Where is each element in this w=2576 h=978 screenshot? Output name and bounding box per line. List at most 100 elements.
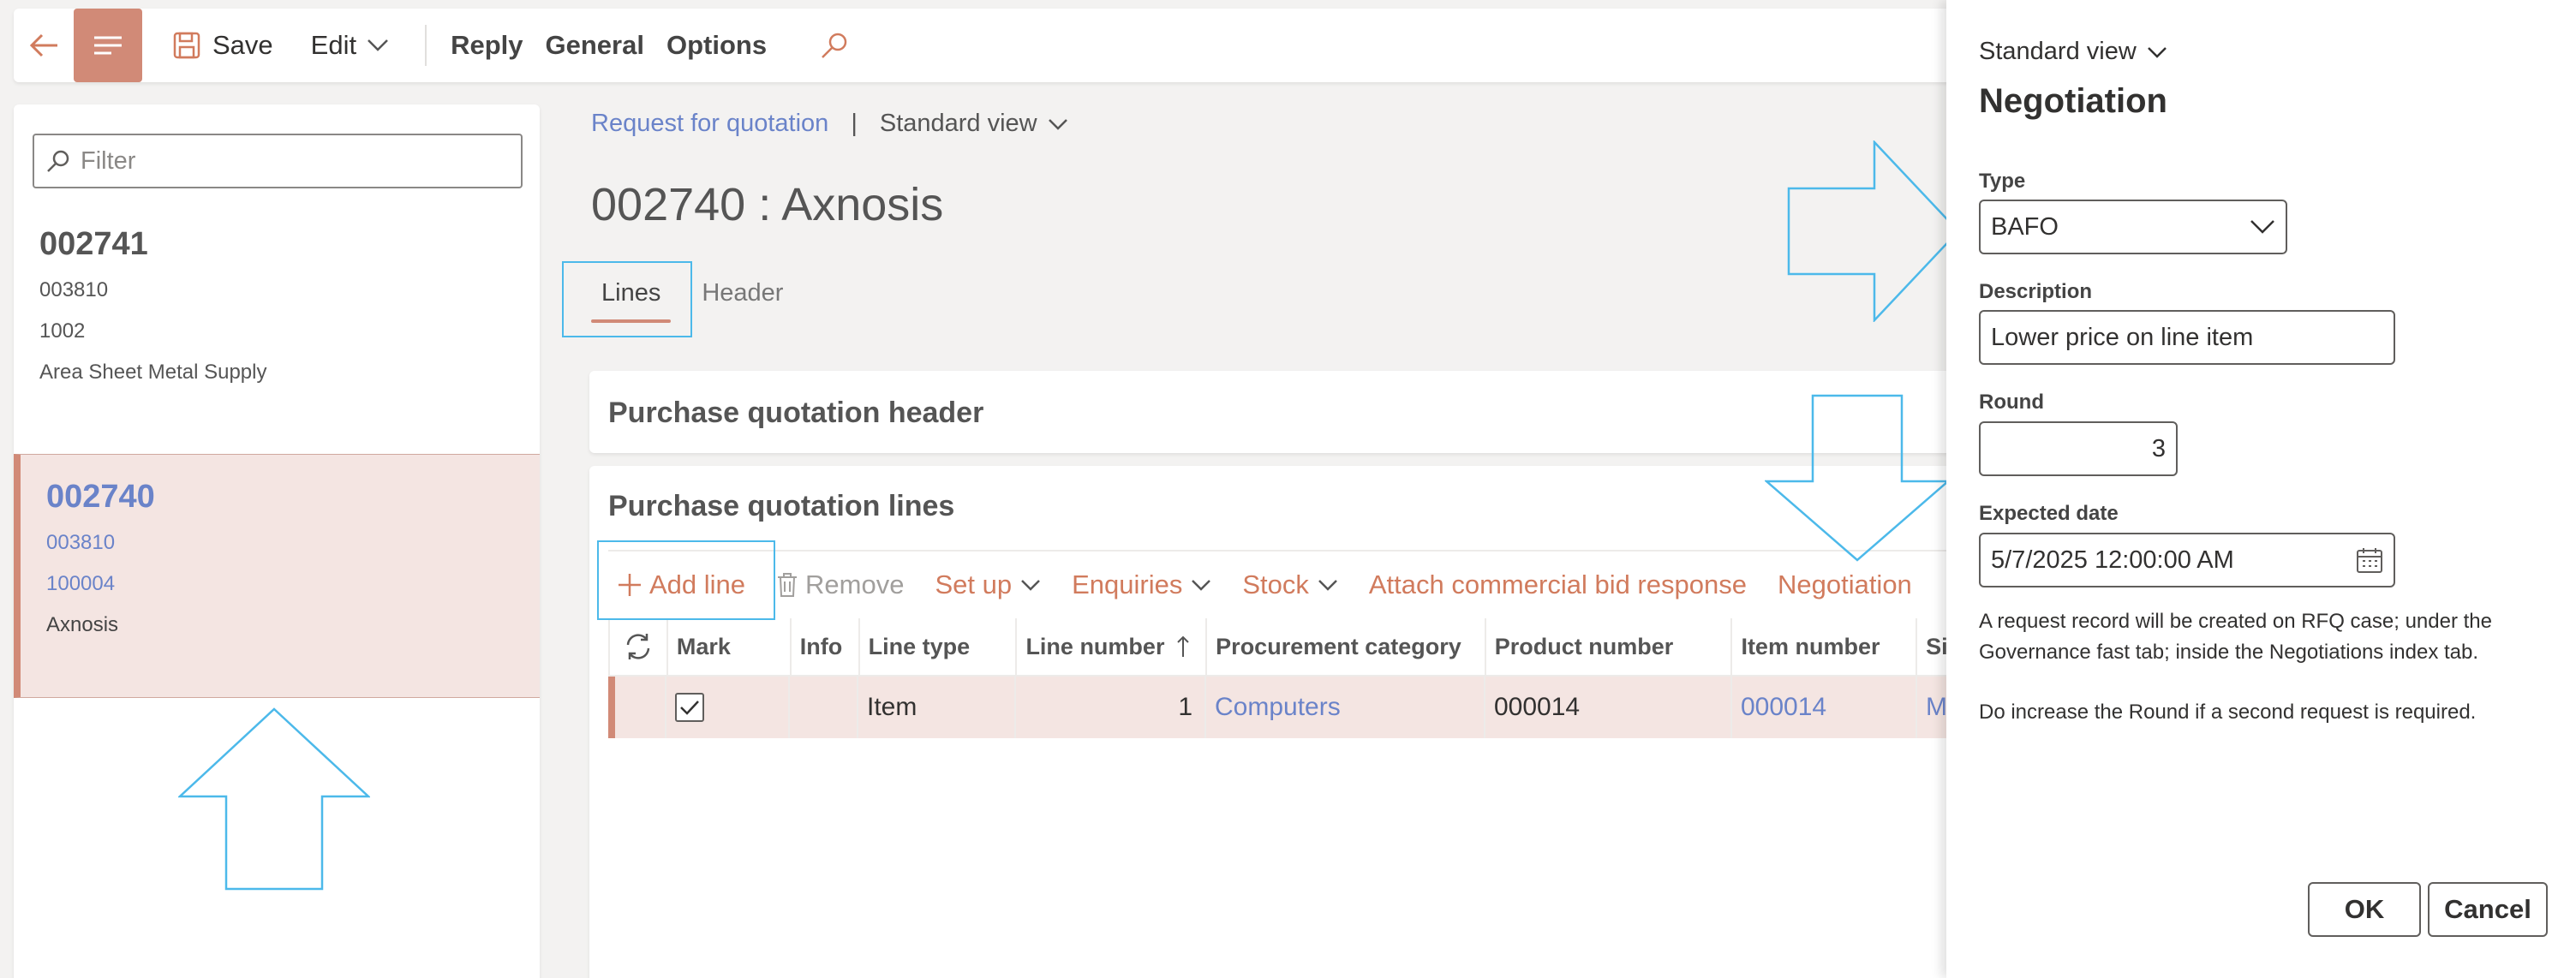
view-selector-label: Standard view bbox=[879, 110, 1037, 137]
options-label: Options bbox=[666, 30, 768, 60]
chevron-down-icon bbox=[2250, 220, 2274, 234]
tab-header-label: Header bbox=[702, 279, 784, 307]
mark-checkbox[interactable] bbox=[675, 693, 704, 722]
column-header-item-number[interactable]: Item number bbox=[1732, 618, 1918, 675]
list-item-vendor-account: 003810 bbox=[39, 278, 109, 301]
dialog-title: Negotiation bbox=[1979, 82, 2167, 120]
chevron-down-icon bbox=[1048, 118, 1067, 130]
product-number-cell[interactable]: 000014 bbox=[1485, 677, 1732, 738]
back-button[interactable] bbox=[14, 9, 74, 82]
row-selector[interactable] bbox=[615, 677, 666, 738]
procurement-category-cell[interactable]: Computers bbox=[1206, 677, 1485, 738]
page-title: 002740 : Axnosis bbox=[591, 179, 944, 230]
info-cell bbox=[790, 677, 858, 738]
list-item-vendor-account[interactable]: 003810 bbox=[46, 531, 155, 555]
tab-header[interactable]: Header bbox=[702, 274, 783, 323]
back-arrow-icon bbox=[29, 33, 57, 57]
remove-label: Remove bbox=[805, 570, 905, 599]
stock-label: Stock bbox=[1242, 570, 1309, 599]
stock-menu[interactable]: Stock bbox=[1242, 570, 1338, 600]
annotation-up-arrow bbox=[178, 707, 370, 891]
description-label: Description bbox=[1979, 280, 2093, 303]
column-header-procurement-category[interactable]: Procurement category bbox=[1207, 618, 1486, 675]
set-up-menu[interactable]: Set up bbox=[935, 570, 1041, 600]
search-icon bbox=[822, 33, 847, 58]
round-label: Round bbox=[1979, 391, 2044, 414]
column-header-line-type[interactable]: Line type bbox=[860, 618, 1018, 675]
search-button[interactable] bbox=[786, 9, 880, 82]
save-icon bbox=[173, 32, 200, 59]
set-up-label: Set up bbox=[935, 570, 1013, 599]
enquiries-menu[interactable]: Enquiries bbox=[1072, 570, 1211, 600]
grid-header: Mark Info Line type Line number Procurem… bbox=[610, 618, 2046, 677]
breadcrumb-separator: | bbox=[851, 110, 858, 137]
expected-date-field[interactable]: 5/7/2025 12:00:00 AM bbox=[1979, 533, 2395, 587]
expected-date-label: Expected date bbox=[1979, 502, 2119, 525]
dialog-help-text-round: Do increase the Round if a second reques… bbox=[1979, 701, 2477, 724]
list-item[interactable]: 002741 003810 1002 Area Sheet Metal Supp… bbox=[14, 226, 540, 385]
column-header-info[interactable]: Info bbox=[792, 618, 860, 675]
negotiation-dialog: Standard view Negotiation Type BAFO Desc… bbox=[1946, 0, 2576, 978]
list-item-id: 002741 bbox=[39, 226, 148, 262]
toolbar-divider bbox=[425, 25, 427, 66]
line-type-cell[interactable]: Item bbox=[858, 677, 1016, 738]
column-header-line-number[interactable]: Line number bbox=[1017, 618, 1208, 675]
negotiation-label: Negotiation bbox=[1777, 570, 1912, 599]
edit-label: Edit bbox=[310, 30, 357, 60]
round-field[interactable]: 3 bbox=[1979, 421, 2178, 476]
refresh-icon bbox=[626, 634, 650, 659]
edit-menu[interactable]: Edit bbox=[292, 9, 420, 82]
table-row[interactable]: Item 1 Computers 000014 000014 M bbox=[608, 677, 2046, 738]
trash-icon bbox=[778, 573, 798, 597]
list-item-code[interactable]: 100004 bbox=[46, 572, 155, 596]
filter-box[interactable] bbox=[33, 134, 523, 188]
description-field[interactable]: Lower price on line item bbox=[1979, 310, 2395, 365]
column-header-product-number[interactable]: Product number bbox=[1486, 618, 1733, 675]
cancel-button[interactable]: Cancel bbox=[2428, 882, 2548, 937]
list-item-name: Axnosis bbox=[46, 613, 119, 636]
chevron-down-icon bbox=[1021, 580, 1040, 591]
breadcrumb: Request for quotation | Standard view bbox=[591, 110, 1068, 138]
chevron-down-icon bbox=[2147, 46, 2167, 58]
checkmark-icon bbox=[680, 701, 699, 715]
attach-bid-response-label: Attach commercial bid response bbox=[1368, 570, 1747, 599]
expected-date-value: 5/7/2025 12:00:00 AM bbox=[1991, 546, 2234, 574]
filter-input[interactable] bbox=[81, 146, 492, 176]
breadcrumb-link[interactable]: Request for quotation bbox=[591, 110, 828, 138]
chevron-down-icon bbox=[368, 39, 388, 51]
line-number-cell[interactable]: 1 bbox=[1016, 677, 1206, 738]
remove-button[interactable]: Remove bbox=[776, 570, 904, 600]
attach-bid-response-button[interactable]: Attach commercial bid response bbox=[1369, 570, 1747, 600]
annotation-right-arrow bbox=[1787, 140, 1960, 322]
lines-fasttab-title[interactable]: Purchase quotation lines bbox=[608, 490, 954, 523]
column-header-mark[interactable]: Mark bbox=[668, 618, 792, 675]
item-number-cell[interactable]: 000014 bbox=[1732, 677, 1917, 738]
column-header-line-number-label: Line number bbox=[1025, 633, 1165, 659]
general-tab[interactable]: General bbox=[542, 9, 663, 82]
dialog-view-selector[interactable]: Standard view bbox=[1979, 38, 2167, 66]
type-label: Type bbox=[1979, 170, 2026, 193]
list-item-code: 1002 bbox=[39, 319, 86, 343]
reply-tab[interactable]: Reply bbox=[432, 9, 541, 82]
lines-grid: Mark Info Line type Line number Procurem… bbox=[608, 618, 2046, 738]
type-select[interactable]: BAFO bbox=[1979, 200, 2287, 254]
sort-ascending-icon bbox=[1177, 635, 1190, 657]
ok-button[interactable]: OK bbox=[2308, 882, 2421, 937]
search-icon bbox=[47, 150, 69, 172]
chevron-down-icon bbox=[1318, 580, 1337, 591]
refresh-grid-button[interactable] bbox=[610, 618, 668, 675]
annotation-highlight-lines-tab bbox=[562, 261, 692, 337]
negotiation-button[interactable]: Negotiation bbox=[1778, 570, 1912, 600]
list-item-name: Area Sheet Metal Supply bbox=[39, 361, 267, 384]
date-picker-button[interactable] bbox=[2356, 546, 2383, 574]
header-fasttab-title: Purchase quotation header bbox=[608, 397, 984, 429]
view-selector[interactable]: Standard view bbox=[880, 110, 1068, 138]
menu-button[interactable] bbox=[74, 9, 142, 82]
hamburger-icon bbox=[94, 36, 122, 55]
options-tab[interactable]: Options bbox=[663, 9, 786, 82]
dialog-view-label: Standard view bbox=[1979, 38, 2137, 65]
reply-label: Reply bbox=[451, 30, 523, 60]
list-item-selected[interactable]: 002740 003810 100004 Axnosis bbox=[14, 454, 540, 698]
mark-cell[interactable] bbox=[666, 677, 790, 738]
save-button[interactable]: Save bbox=[154, 9, 292, 82]
